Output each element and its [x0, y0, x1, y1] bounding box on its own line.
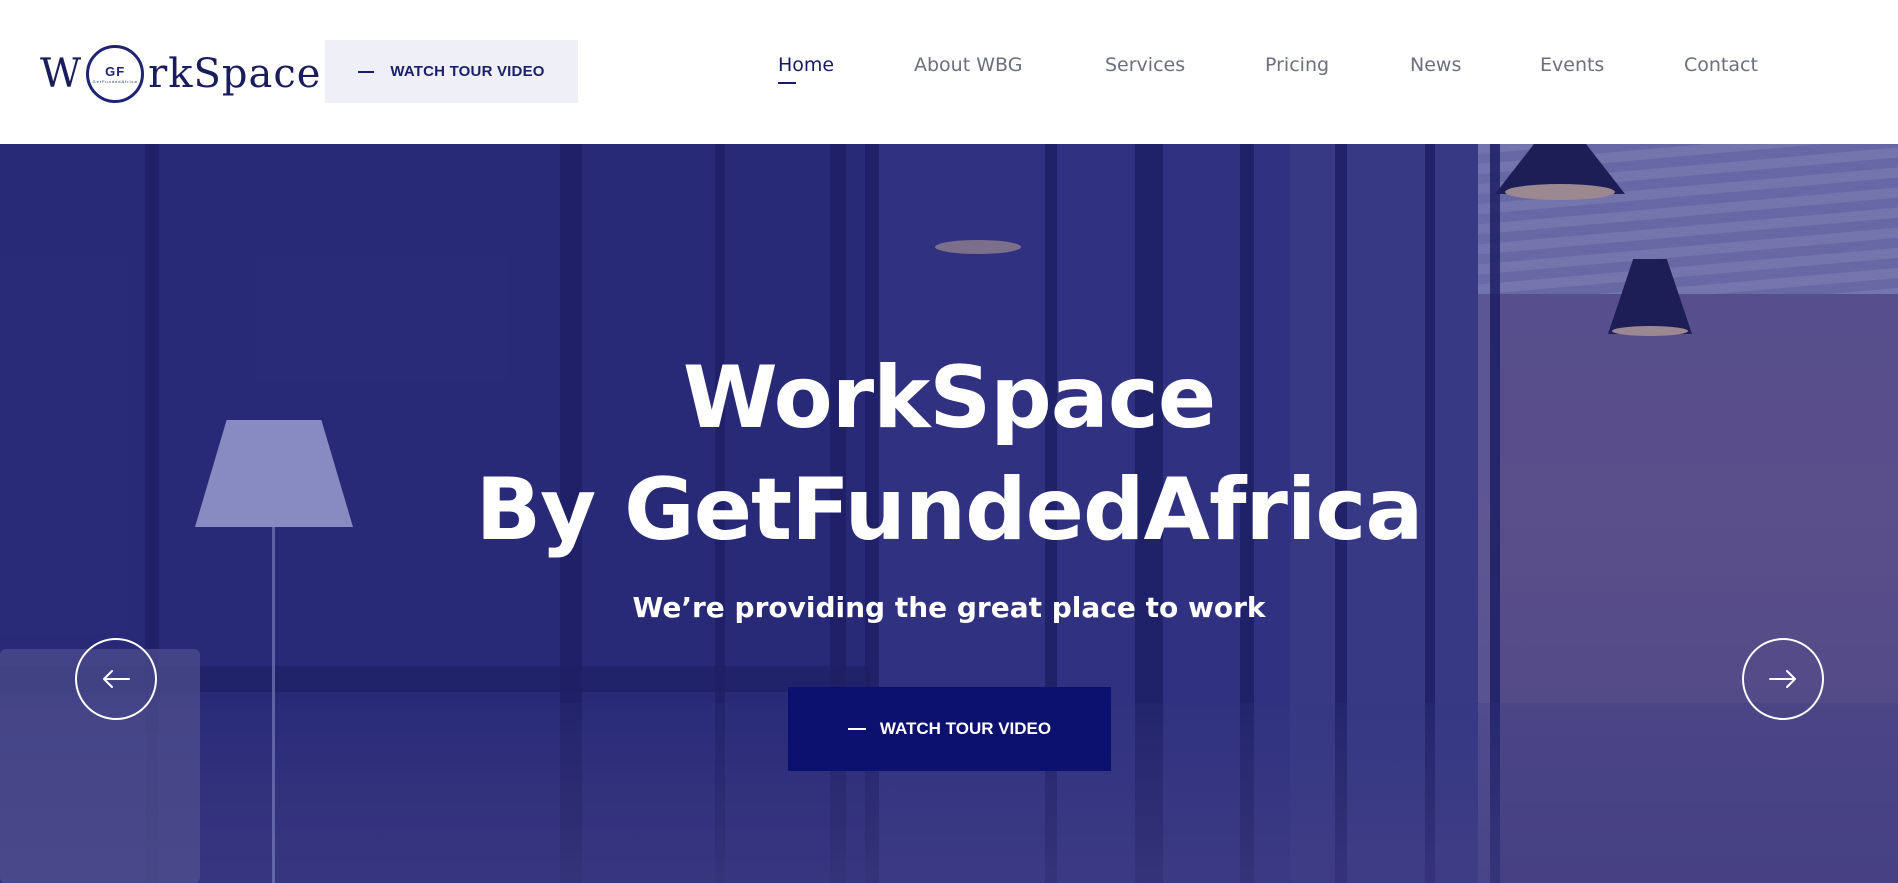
- arrow-right-icon: [1769, 670, 1796, 688]
- nav-item-news[interactable]: News: [1410, 54, 1461, 76]
- nav-item-label: Home: [778, 54, 835, 76]
- nav-active-indicator: [778, 82, 796, 84]
- logo-wordmark: rkSpace: [148, 51, 322, 97]
- hero-title-line-1: WorkSpace: [682, 348, 1216, 448]
- nav-item-contact[interactable]: Contact: [1684, 54, 1758, 76]
- header-watch-tour-label: WATCH TOUR VIDEO: [390, 63, 545, 80]
- nav-item-label: Pricing: [1265, 54, 1330, 76]
- header-watch-tour-button[interactable]: WATCH TOUR VIDEO: [325, 40, 578, 103]
- dash-icon: [847, 728, 866, 730]
- site-logo[interactable]: W GF GetFundedAfrica rkSpace: [40, 44, 320, 104]
- nav-item-home[interactable]: Home: [778, 54, 835, 84]
- slider-prev-button[interactable]: [75, 638, 157, 720]
- hero-title-line-2: By GetFundedAfrica: [475, 460, 1424, 560]
- hero-watch-tour-button[interactable]: WATCH TOUR VIDEO: [788, 687, 1111, 771]
- logo-badge-text: GF: [105, 63, 126, 79]
- logo-letter-w: W: [40, 51, 83, 97]
- hero-subtitle: We’re providing the great place to work: [632, 591, 1266, 624]
- nav-item-label: About WBG: [914, 54, 1023, 76]
- nav-item-label: News: [1410, 54, 1462, 76]
- nav-item-pricing[interactable]: Pricing: [1265, 54, 1329, 76]
- hero-title: WorkSpace By GetFundedAfrica: [0, 342, 1898, 566]
- logo-badge: GF GetFundedAfrica: [86, 45, 145, 103]
- nav-item-label: Services: [1105, 54, 1186, 76]
- nav-item-about[interactable]: About WBG: [914, 54, 1022, 76]
- logo-badge-caption: GetFundedAfrica: [92, 78, 138, 84]
- nav-item-label: Contact: [1684, 54, 1758, 76]
- slider-next-button[interactable]: [1742, 638, 1824, 720]
- site-header: W GF GetFundedAfrica rkSpace WATCH TOUR …: [0, 0, 1898, 144]
- nav-item-services[interactable]: Services: [1105, 54, 1185, 76]
- arrow-left-icon: [103, 670, 130, 688]
- hero-watch-tour-label: WATCH TOUR VIDEO: [879, 719, 1052, 738]
- dash-icon: [358, 70, 375, 73]
- nav-item-events[interactable]: Events: [1540, 54, 1604, 76]
- nav-item-label: Events: [1540, 54, 1605, 76]
- hero-banner: WorkSpace By GetFundedAfrica We’re provi…: [0, 144, 1898, 883]
